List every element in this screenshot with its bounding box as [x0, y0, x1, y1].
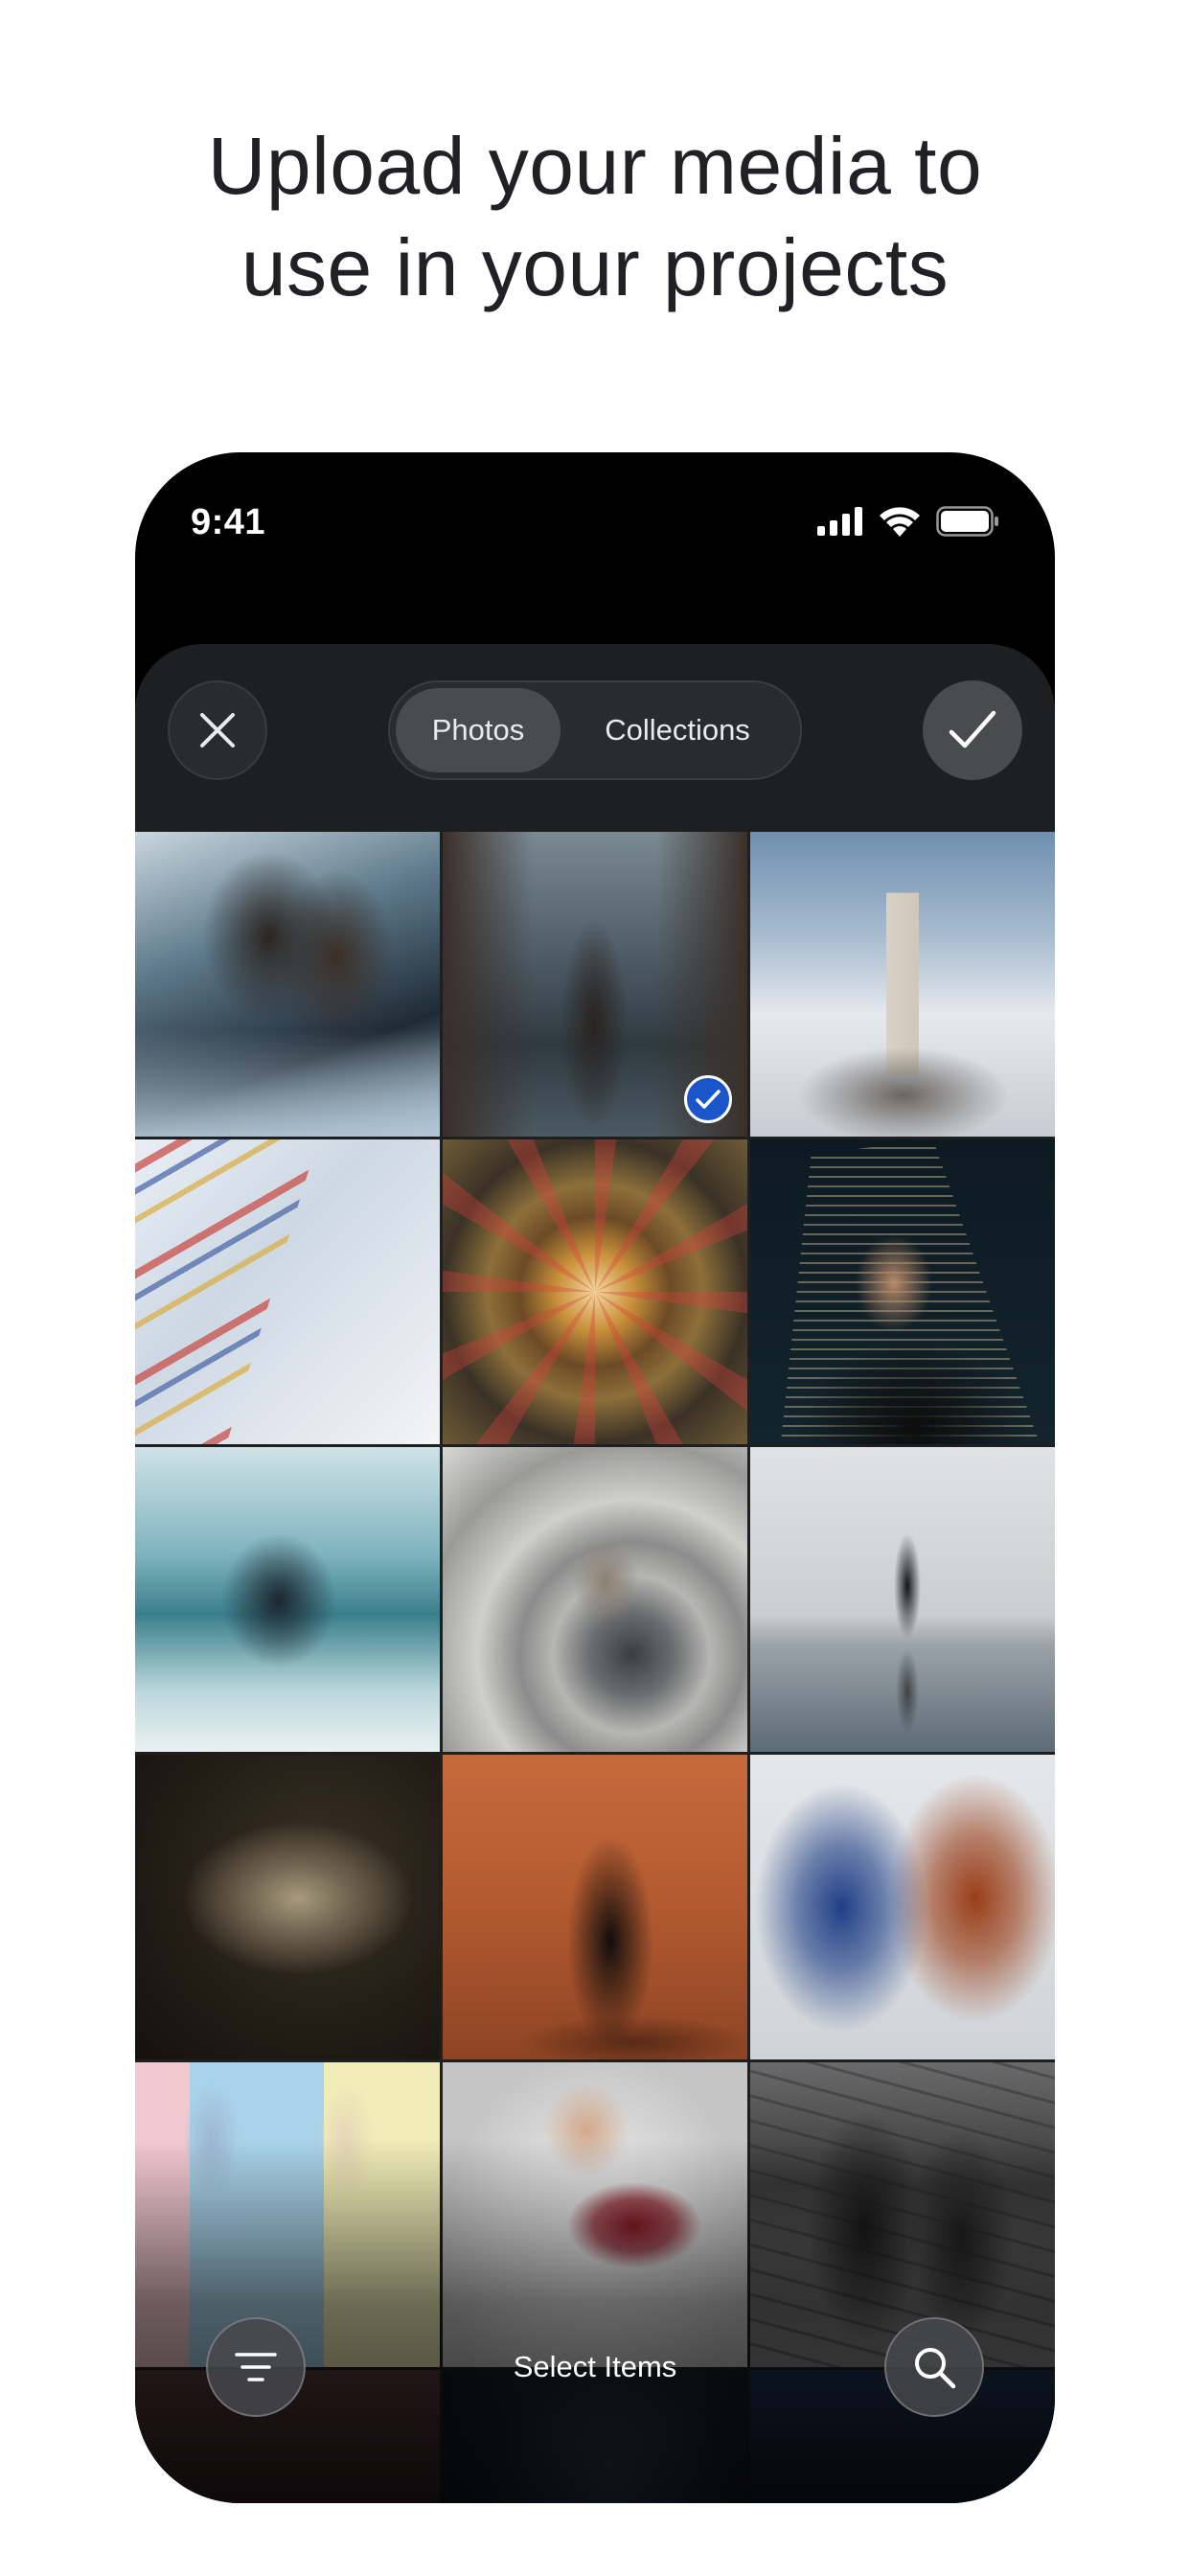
app-store-screenshot: Upload your media to use in your project…: [0, 0, 1190, 2576]
photo-laundry-lines[interactable]: [135, 1139, 440, 1444]
photo-fabric-blue-orange[interactable]: [750, 1755, 1055, 2059]
photo-lily-flower[interactable]: [135, 1755, 440, 2059]
cellular-signal-icon: [817, 507, 862, 536]
photo-woman-reflecting-pool[interactable]: [750, 1447, 1055, 1752]
tab-photos[interactable]: Photos: [396, 688, 561, 772]
photo-ornate-ceiling[interactable]: [443, 1139, 747, 1444]
source-tab-switcher: Photos Collections: [388, 680, 802, 780]
close-button[interactable]: [168, 680, 267, 780]
photo-grid: [135, 832, 1055, 2503]
headline-line-2: use in your projects: [240, 222, 950, 312]
selected-check-badge: [684, 1075, 732, 1123]
photo-woman-desert[interactable]: [443, 1755, 747, 2059]
picker-header: Photos Collections: [135, 644, 1055, 832]
search-button[interactable]: [884, 2317, 984, 2417]
photo-dancer-mirror-room[interactable]: [135, 1447, 440, 1752]
status-icons: [817, 506, 999, 537]
wifi-icon: [880, 507, 920, 537]
battery-icon: [936, 506, 998, 537]
photo-man-skyscraper[interactable]: [750, 1139, 1055, 1444]
phone-frame: 9:41 Photos Collections Select Items: [135, 452, 1055, 2503]
picker-bottom-bar: Select Items: [135, 2273, 1055, 2503]
tab-collections[interactable]: Collections: [561, 688, 794, 772]
check-icon: [696, 1090, 721, 1109]
status-time: 9:41: [191, 502, 266, 542]
close-icon: [200, 713, 235, 748]
confirm-button[interactable]: [923, 680, 1022, 780]
search-icon: [915, 2348, 956, 2389]
photo-woman-street-rain[interactable]: [443, 832, 747, 1137]
checkmark-icon: [949, 710, 996, 748]
photo-lighthouse-clouds[interactable]: [750, 832, 1055, 1137]
photo-couple-store[interactable]: [135, 832, 440, 1137]
media-picker-sheet: Photos Collections Select Items: [135, 644, 1055, 2503]
headline-line-1: Upload your media to: [207, 121, 983, 211]
photo-spiral-staircase[interactable]: [443, 1447, 747, 1752]
marketing-headline: Upload your media to use in your project…: [0, 115, 1190, 318]
status-bar: 9:41: [135, 452, 1055, 558]
